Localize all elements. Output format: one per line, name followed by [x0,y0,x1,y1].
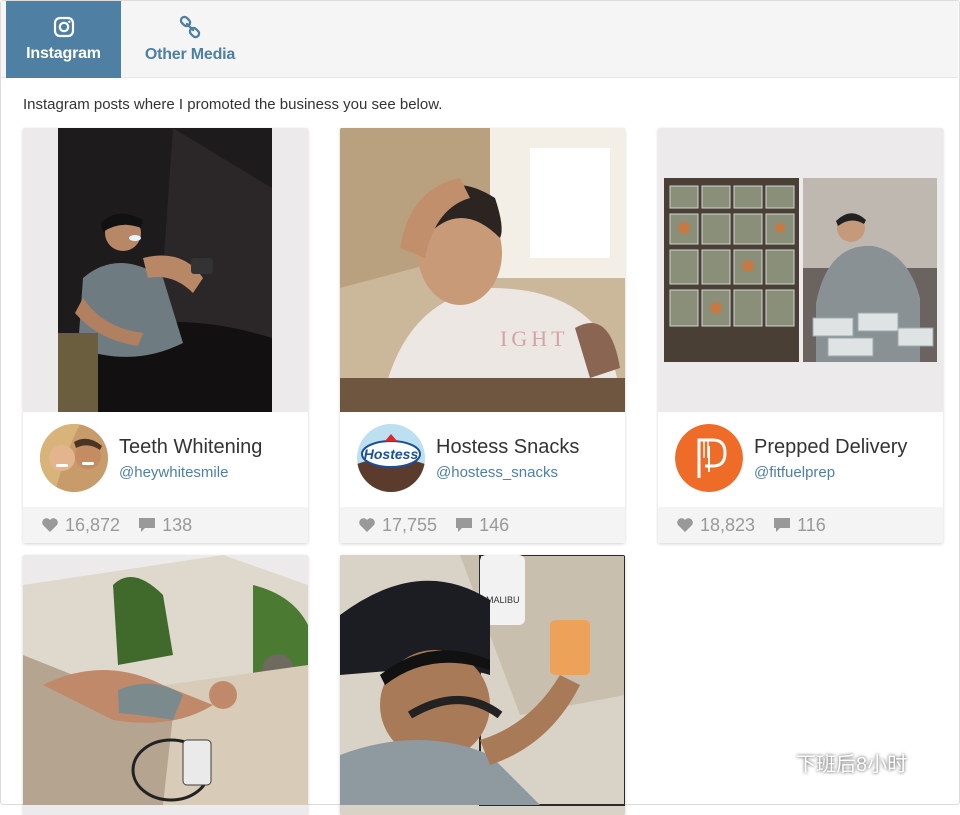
comments-stat: 146 [455,515,509,536]
heart-icon [359,518,375,532]
business-avatar[interactable] [40,424,108,492]
post-card-teeth-whitening[interactable]: Teeth Whitening @heywhitesmile 16,872 13… [23,128,308,543]
likes-stat: 17,755 [358,515,437,536]
business-handle-link[interactable]: @heywhitesmile [119,464,228,481]
post-card-prepped-delivery[interactable]: Prepped Delivery @fitfuelprep 18,823 116 [658,128,943,543]
tab-instagram-label: Instagram [26,45,101,62]
comment-icon [774,518,791,532]
business-name: Hostess Snacks [436,436,580,458]
link-icon [179,15,201,39]
tab-other-media-label: Other Media [144,46,236,63]
intro-text: Instagram posts where I promoted the bus… [23,96,443,113]
comments-stat: 116 [773,515,826,536]
post-photo[interactable]: IGHT [340,128,625,412]
post-card-4[interactable] [23,555,308,815]
watermark: 下班后8小时 [752,748,907,777]
post-photo[interactable] [23,555,308,815]
business-handle-link[interactable]: @fitfuelprep [754,464,835,481]
post-card-hostess-snacks[interactable]: IGHT Hostess Hostess Snacks @hostess_sna… [340,128,625,543]
comments-count: 138 [162,514,193,535]
heart-icon [677,518,693,532]
post-card-5[interactable]: MALIBU [340,555,625,815]
post-info: Teeth Whitening @heywhitesmile [23,412,308,507]
post-photo[interactable]: MALIBU [340,555,625,815]
comments-stat: 138 [138,515,192,536]
likes-count: 18,823 [700,514,756,535]
post-stats: 16,872 138 [23,507,308,543]
likes-stat: 18,823 [676,515,755,536]
wechat-icon [753,750,788,774]
hostess-logo-text: Hostess [364,446,419,462]
tab-other-media[interactable]: Other Media [126,1,254,78]
comments-count: 116 [797,514,826,535]
watermark-text: 下班后8小时 [796,754,908,776]
likes-stat: 16,872 [41,515,120,536]
svg-text:IGHT: IGHT [500,326,569,351]
instagram-icon [53,16,74,38]
business-avatar[interactable]: Hostess [357,424,425,492]
post-info: Prepped Delivery @fitfuelprep [658,412,943,507]
comment-icon [139,518,156,532]
post-stats: 18,823 116 [658,507,943,543]
business-avatar[interactable] [675,424,743,492]
tab-instagram[interactable]: Instagram [6,1,121,78]
post-stats: 17,755 146 [340,507,625,543]
business-handle-link[interactable]: @hostess_snacks [436,464,558,481]
post-photo[interactable] [658,128,943,412]
post-info: Hostess Hostess Snacks @hostess_snacks [340,412,625,507]
business-name: Prepped Delivery [754,436,908,458]
likes-count: 17,755 [382,514,438,535]
business-name: Teeth Whitening [119,436,263,458]
tab-bar: Instagram Other Media [1,1,958,78]
comments-count: 146 [479,514,510,535]
bottle-label: MALIBU [486,595,520,605]
likes-count: 16,872 [65,514,121,535]
comment-icon [456,518,473,532]
post-photo[interactable] [23,128,308,412]
heart-icon [42,518,58,532]
